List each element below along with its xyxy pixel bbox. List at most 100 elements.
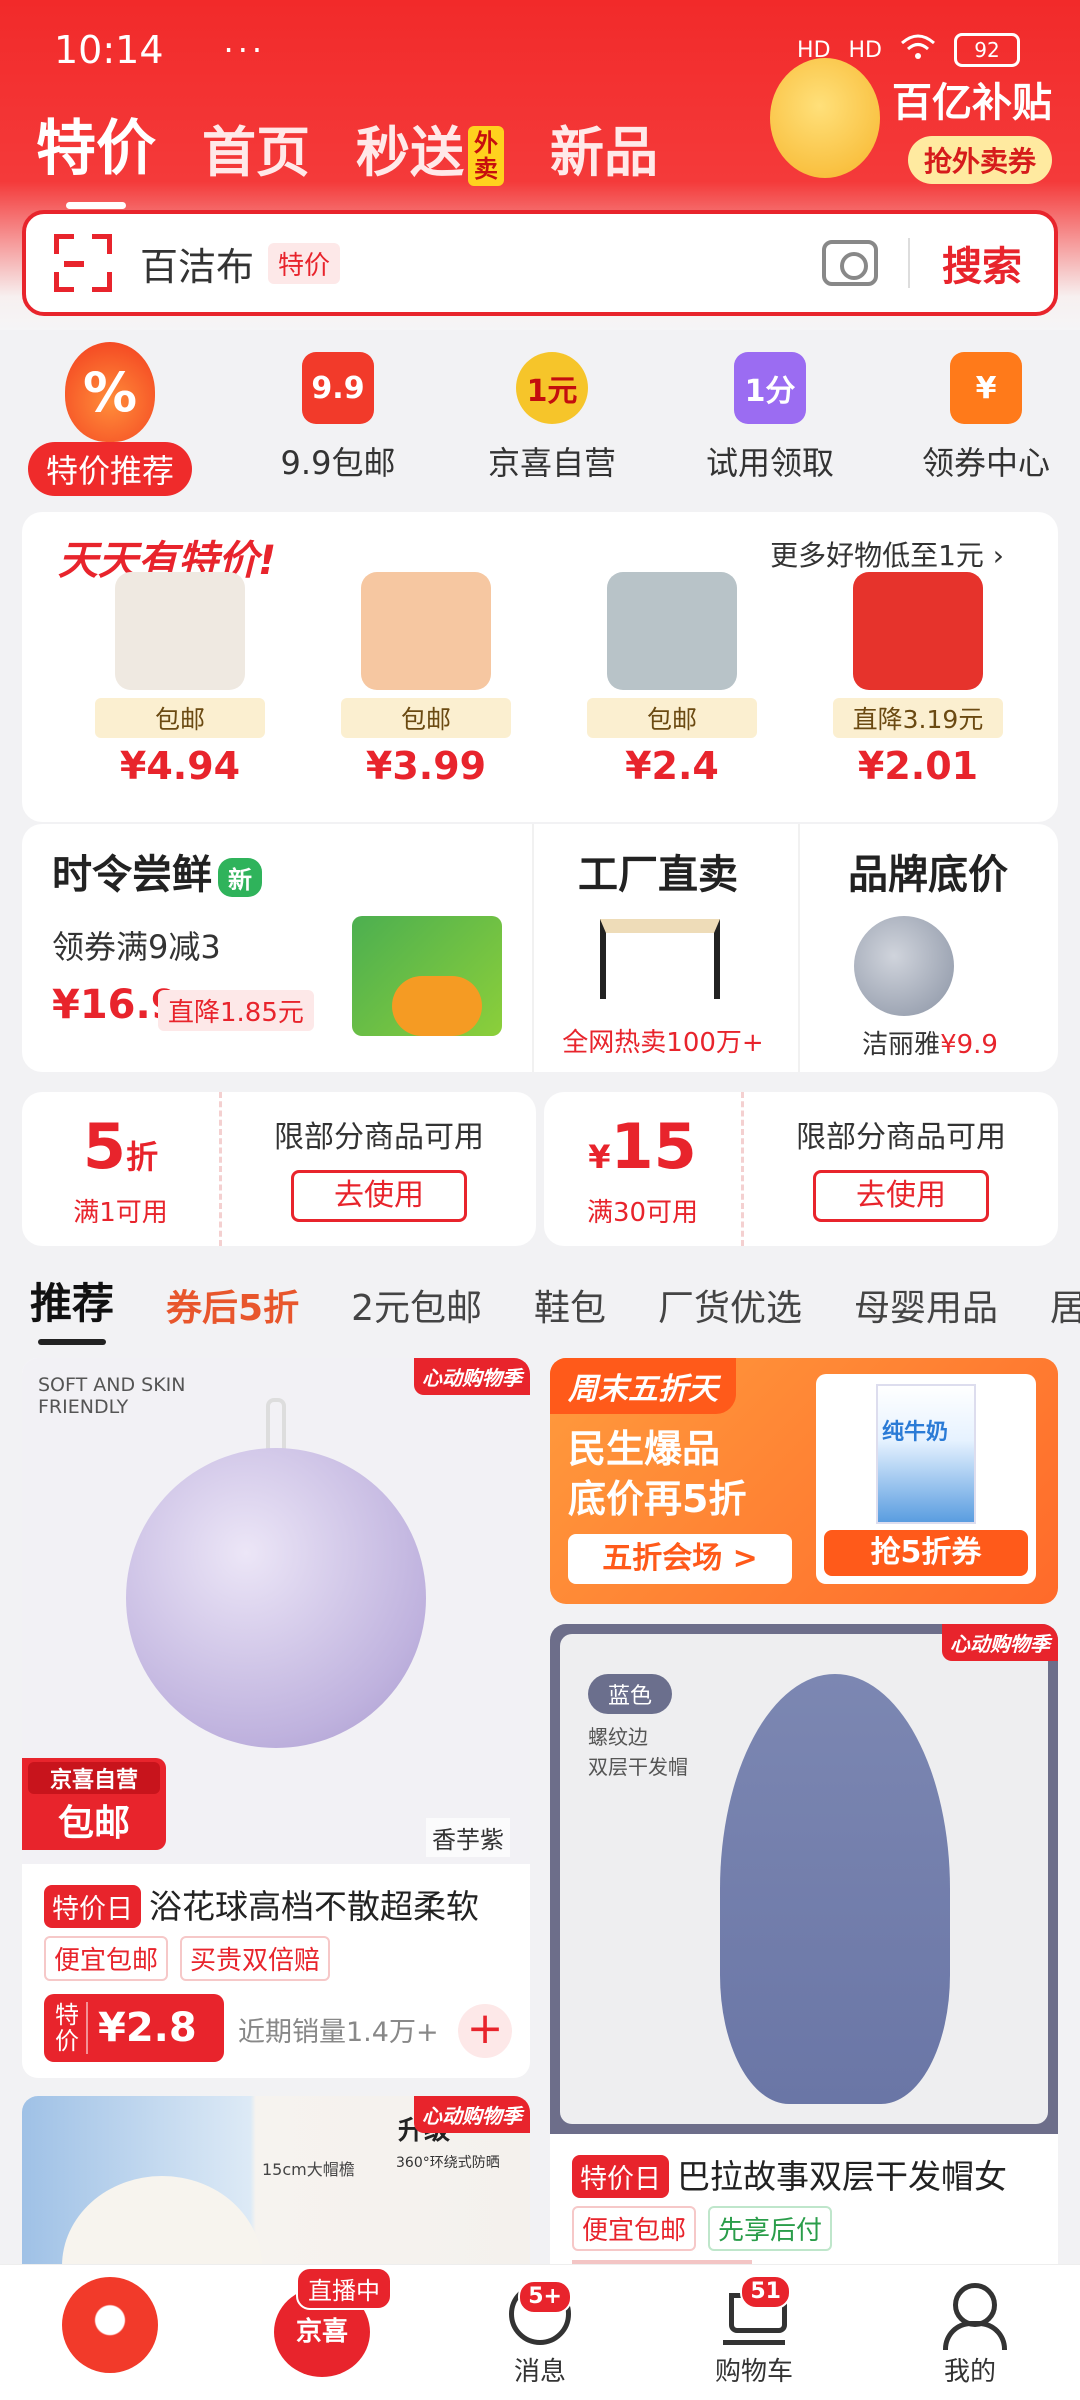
product-image-caption: 螺纹边 双层干发帽 bbox=[588, 1725, 688, 1779]
grab-takeout-coupon-button[interactable]: 抢外卖券 bbox=[907, 136, 1052, 184]
bottom-nav: 京喜 直播中 5+ 消息 51 购物车 我的 bbox=[0, 2264, 1080, 2400]
wifi-icon bbox=[900, 33, 936, 67]
daily-product[interactable]: 包邮 ¥4.94 bbox=[90, 572, 270, 788]
status-bar: 10:14 ··· HD HD 92 bbox=[54, 28, 1020, 72]
seasonal-fresh-coupon: 领券满9减3 bbox=[52, 928, 221, 966]
brim-size-label: 15cm大帽檐 bbox=[262, 2160, 355, 2179]
jd-mascot-home-icon bbox=[62, 2277, 158, 2373]
visor-image bbox=[115, 572, 245, 690]
tab-after-coupon-half[interactable]: 券后5折 bbox=[166, 1279, 299, 1331]
one-yuan-icon: 1元 bbox=[516, 352, 588, 424]
signal-icon: HD bbox=[848, 37, 882, 63]
takeout-badge: 外卖 bbox=[468, 126, 504, 187]
coupon-card: ¥15 满30可用 限部分商品可用 去使用 bbox=[544, 1092, 1058, 1246]
milk-label: 纯牛奶 bbox=[882, 1420, 949, 1445]
tab-instant-delivery[interactable]: 秒送 外卖 bbox=[356, 108, 504, 187]
tab-special-price[interactable]: 特价 bbox=[36, 100, 156, 209]
add-to-cart-button[interactable]: + bbox=[458, 2004, 512, 2058]
coupon-value: 5折 bbox=[82, 1110, 159, 1183]
scan-icon[interactable] bbox=[54, 234, 112, 292]
cart-count-badge: 51 bbox=[740, 2275, 791, 2309]
search-keyword-tag: 特价 bbox=[268, 242, 341, 284]
daily-product[interactable]: 直降3.19元 ¥2.01 bbox=[828, 572, 1008, 788]
search-button[interactable]: 搜索 bbox=[910, 234, 1054, 292]
product-image-caption: SOFT AND SKIN FRIENDLY bbox=[38, 1374, 186, 1418]
search-bar[interactable]: 百洁布 特价 搜索 bbox=[22, 210, 1058, 316]
nav-messages[interactable]: 5+ 消息 bbox=[470, 2277, 610, 2388]
seasonal-fresh-title: 时令尝鲜新 bbox=[52, 842, 262, 900]
jingxi-self-badge: 京喜自营 包邮 bbox=[22, 1758, 166, 1850]
product-price: ¥2.4 bbox=[625, 744, 719, 788]
product-price: ¥4.94 bbox=[119, 744, 241, 788]
product-tag: 先享后付 bbox=[708, 2206, 833, 2251]
divider bbox=[532, 824, 534, 1072]
product-price: ¥2.8 bbox=[98, 2005, 197, 2051]
quick-special-recommend[interactable]: % 特价推荐 bbox=[10, 342, 210, 496]
quick-nine-nine-free-shipping[interactable]: 9.9 9.9包邮 bbox=[238, 352, 438, 484]
grab-half-coupon-button[interactable]: 抢5折券 bbox=[824, 1530, 1028, 1576]
coupon-card: 5折 满1可用 限部分商品可用 去使用 bbox=[22, 1092, 536, 1246]
header: 10:14 ··· HD HD 92 特价 首页 秒送 外卖 新品 百亿补贴 抢外… bbox=[0, 0, 1080, 330]
message-count-badge: 5+ bbox=[518, 2280, 572, 2314]
daily-deals-more-link[interactable]: 更多好物低至1元 › bbox=[770, 534, 1004, 574]
battery-icon: 92 bbox=[954, 33, 1020, 67]
tab-mother-baby[interactable]: 母婴用品 bbox=[854, 1279, 998, 1331]
search-input[interactable]: 百洁布 bbox=[140, 236, 254, 291]
tab-new-arrivals[interactable]: 新品 bbox=[550, 108, 658, 187]
figurine-image bbox=[361, 572, 491, 690]
use-coupon-button[interactable]: 去使用 bbox=[291, 1170, 467, 1222]
daily-product[interactable]: 包邮 ¥2.4 bbox=[582, 572, 762, 788]
color-label: 蓝色 bbox=[588, 1674, 673, 1714]
message-icon: 5+ bbox=[509, 2280, 572, 2345]
tab-recommend[interactable]: 推荐 bbox=[30, 1270, 114, 1345]
weekend-title: 周末五折天 bbox=[550, 1358, 736, 1414]
special-day-tag: 特价日 bbox=[572, 2155, 669, 2198]
nav-home[interactable] bbox=[40, 2277, 180, 2373]
daily-product[interactable]: 包邮 ¥3.99 bbox=[336, 572, 516, 788]
coupon-icon: ¥ bbox=[950, 352, 1022, 424]
desk-image bbox=[600, 919, 720, 999]
coupon-desc: 限部分商品可用 bbox=[274, 1120, 484, 1155]
quick-trial[interactable]: 1分 试用领取 bbox=[670, 352, 870, 484]
coupon-value-area: ¥15 满30可用 bbox=[544, 1092, 744, 1246]
shopping-festival-badge: 心动购物季 bbox=[414, 1358, 530, 1395]
tab-shoes-bags[interactable]: 鞋包 bbox=[534, 1279, 606, 1331]
camera-icon[interactable] bbox=[822, 240, 878, 286]
milk-product[interactable]: 纯牛奶 抢5折券 bbox=[816, 1374, 1036, 1584]
coupon-condition: 满1可用 bbox=[73, 1198, 168, 1228]
color-label: 香芋紫 bbox=[426, 1818, 510, 1857]
nav-jingxi-live[interactable]: 京喜 直播中 bbox=[252, 2267, 392, 2377]
tab-home[interactable]: 首页 bbox=[202, 108, 310, 187]
divider bbox=[798, 824, 800, 1072]
bath-puff-image: SOFT AND SKIN FRIENDLY 心动购物季 京喜自营 包邮 香芋紫 bbox=[22, 1358, 530, 1864]
subsidy-title: 百亿补贴 bbox=[892, 80, 1052, 126]
product-tag: 包邮 bbox=[341, 698, 511, 738]
product-price: ¥3.99 bbox=[365, 744, 487, 788]
coupon-condition: 满30可用 bbox=[586, 1198, 699, 1228]
product-tags: 便宜包邮 买贵双倍赔 bbox=[44, 1936, 331, 1981]
product-card[interactable]: SOFT AND SKIN FRIENDLY 心动购物季 京喜自营 包邮 香芋紫… bbox=[22, 1358, 530, 2078]
one-fen-bag-icon: 1分 bbox=[734, 352, 806, 424]
quick-coupon-center[interactable]: ¥ 领券中心 bbox=[886, 352, 1080, 484]
tab-factory-goods[interactable]: 厂货优选 bbox=[658, 1279, 802, 1331]
subsidy-promo[interactable]: 百亿补贴 抢外卖券 bbox=[752, 70, 1052, 184]
sales-count: 近期销量1.4万+ bbox=[238, 2017, 439, 2048]
tab-two-yuan-shipping[interactable]: 2元包邮 bbox=[351, 1279, 482, 1331]
live-badge: 直播中 bbox=[296, 2267, 392, 2310]
nav-profile[interactable]: 我的 bbox=[900, 2277, 1040, 2388]
status-time: 10:14 bbox=[54, 28, 164, 72]
milk-carton-image bbox=[876, 1384, 976, 1524]
factory-direct-title: 工厂直卖 bbox=[578, 852, 738, 898]
category-tabs: 推荐 券后5折 2元包邮 鞋包 厂货优选 母婴用品 居 bbox=[30, 1270, 1080, 1345]
product-tags: 便宜包邮 先享后付 bbox=[572, 2206, 833, 2251]
half-price-venue-button[interactable]: 五折会场 > bbox=[568, 1534, 792, 1584]
nav-cart[interactable]: 51 购物车 bbox=[684, 2275, 824, 2388]
tab-home-goods[interactable]: 居 bbox=[1050, 1279, 1080, 1331]
product-tag: 便宜包邮 bbox=[572, 2206, 697, 2251]
quick-jingxi-self[interactable]: 1元 京喜自营 bbox=[452, 352, 652, 484]
product-tag: 买贵双倍赔 bbox=[180, 1936, 331, 1981]
brand-price-title: 品牌底价 bbox=[848, 852, 1008, 898]
use-coupon-button[interactable]: 去使用 bbox=[813, 1170, 989, 1222]
profile-icon bbox=[939, 2283, 1007, 2350]
weekend-half-price-banner[interactable]: 周末五折天 民生爆品 底价再5折 五折会场 > 纯牛奶 抢5折券 bbox=[550, 1358, 1058, 1604]
